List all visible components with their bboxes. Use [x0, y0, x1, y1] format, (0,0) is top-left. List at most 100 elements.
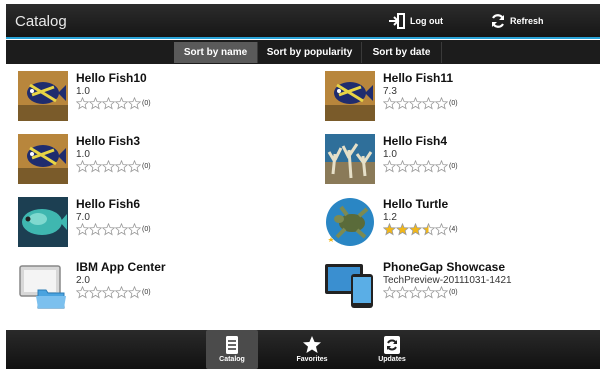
fish-icon	[18, 71, 68, 121]
nav-updates[interactable]: Updates	[366, 330, 418, 369]
list-item[interactable]: IBM App Center 2.0 (0)	[18, 260, 308, 316]
logout-button[interactable]: Log out	[388, 13, 443, 29]
star-empty-icon	[383, 97, 396, 110]
app-version: TechPreview-20111031-1421	[383, 275, 512, 286]
coral-icon	[325, 134, 375, 184]
nav-catalog-label: Catalog	[219, 356, 245, 363]
app-name: IBM App Center	[76, 260, 166, 274]
rating-count: (4)	[449, 226, 458, 233]
app-name: Hello Turtle	[383, 197, 449, 211]
star-empty-icon	[422, 160, 435, 173]
app-version: 1.0	[383, 149, 397, 160]
star-icon	[286, 335, 338, 355]
rating-count: (0)	[142, 289, 151, 296]
star-empty-icon	[128, 160, 141, 173]
star-empty-icon	[76, 97, 89, 110]
list-item[interactable]: Hello Turtle 1.2 (4)	[325, 197, 603, 253]
star-empty-icon	[128, 223, 141, 236]
rating-count: (0)	[449, 100, 458, 107]
rating-stars: (0)	[383, 97, 458, 110]
rating-count: (0)	[142, 226, 151, 233]
star-empty-icon	[409, 160, 422, 173]
tab-sort-by-name[interactable]: Sort by name	[174, 42, 258, 63]
tab-sort-by-date[interactable]: Sort by date	[362, 42, 442, 63]
star-empty-icon	[115, 223, 128, 236]
app-name: Hello Fish3	[76, 134, 141, 148]
nav-favorites[interactable]: Favorites	[286, 330, 338, 369]
star-empty-icon	[383, 160, 396, 173]
star-empty-icon	[89, 286, 102, 299]
star-empty-icon	[435, 160, 448, 173]
star-empty-icon	[76, 160, 89, 173]
refresh-label: Refresh	[510, 16, 544, 26]
star-empty-icon	[102, 223, 115, 236]
nav-favorites-label: Favorites	[296, 356, 328, 363]
updates-icon	[366, 335, 418, 355]
star-empty-icon	[396, 97, 409, 110]
list-item[interactable]: PhoneGap Showcase TechPreview-20111031-1…	[325, 260, 603, 316]
app-version: 1.0	[76, 86, 90, 97]
refresh-button[interactable]: Refresh	[490, 13, 544, 29]
star-empty-icon	[102, 160, 115, 173]
star-empty-icon	[89, 223, 102, 236]
list-item[interactable]: Hello Fish3 1.0 (0)	[18, 134, 308, 190]
star-empty-icon	[396, 160, 409, 173]
star-empty-icon	[435, 97, 448, 110]
catalog-icon	[206, 335, 258, 355]
star-empty-icon	[89, 97, 102, 110]
star-empty-icon	[422, 286, 435, 299]
rating-count: (0)	[142, 100, 151, 107]
app-name: Hello Fish10	[76, 71, 147, 85]
rating-stars: (0)	[383, 286, 458, 299]
star-empty-icon	[115, 286, 128, 299]
app-version: 1.2	[383, 212, 397, 223]
star-empty-icon	[422, 97, 435, 110]
star-empty-icon	[102, 286, 115, 299]
star-empty-icon	[102, 97, 115, 110]
nav-catalog[interactable]: Catalog	[206, 330, 258, 369]
logout-label: Log out	[410, 16, 443, 26]
star-empty-icon	[76, 223, 89, 236]
bottom-nav: Catalog Favorites Updates	[6, 330, 600, 369]
nav-updates-label: Updates	[378, 356, 406, 363]
star-empty-icon	[396, 286, 409, 299]
app-version: 7.3	[383, 86, 397, 97]
star-empty-icon	[76, 286, 89, 299]
rating-stars: (0)	[76, 286, 151, 299]
star-empty-icon	[115, 97, 128, 110]
app-name: Hello Fish6	[76, 197, 141, 211]
rating-count: (0)	[449, 163, 458, 170]
star-filled-icon	[409, 223, 422, 236]
rating-stars: (0)	[76, 97, 151, 110]
refresh-icon	[490, 13, 506, 29]
list-item[interactable]: Hello Fish11 7.3 (0)	[325, 71, 603, 127]
star-filled-icon	[396, 223, 409, 236]
star-filled-icon	[383, 223, 396, 236]
app-version: 1.0	[76, 149, 90, 160]
fish-icon	[18, 134, 68, 184]
star-empty-icon	[383, 286, 396, 299]
monitor-folder-icon	[18, 260, 68, 310]
list-item[interactable]: Hello Fish10 1.0 (0)	[18, 71, 308, 127]
rating-stars: (0)	[76, 223, 151, 236]
app-name: PhoneGap Showcase	[383, 260, 506, 274]
app-version: 2.0	[76, 275, 90, 286]
turtle-icon	[325, 197, 375, 247]
star-empty-icon	[89, 160, 102, 173]
star-half-icon	[422, 223, 435, 236]
app-name: Hello Fish11	[383, 71, 454, 85]
rating-stars: (4)	[383, 223, 458, 236]
sort-bar: Sort by name Sort by popularity Sort by …	[6, 40, 600, 64]
parrotfish-icon	[18, 197, 68, 247]
star-empty-icon	[435, 286, 448, 299]
rating-stars: (0)	[76, 160, 151, 173]
list-item[interactable]: Hello Fish6 7.0 (0)	[18, 197, 308, 253]
tablet-phone-icon	[325, 260, 375, 310]
rating-stars: (0)	[383, 160, 458, 173]
tab-sort-by-popularity[interactable]: Sort by popularity	[258, 42, 362, 63]
page-title: Catalog	[15, 13, 67, 30]
star-empty-icon	[128, 97, 141, 110]
list-item[interactable]: Hello Fish4 1.0 (0)	[325, 134, 603, 190]
logout-icon	[388, 13, 406, 29]
app-version: 7.0	[76, 212, 90, 223]
